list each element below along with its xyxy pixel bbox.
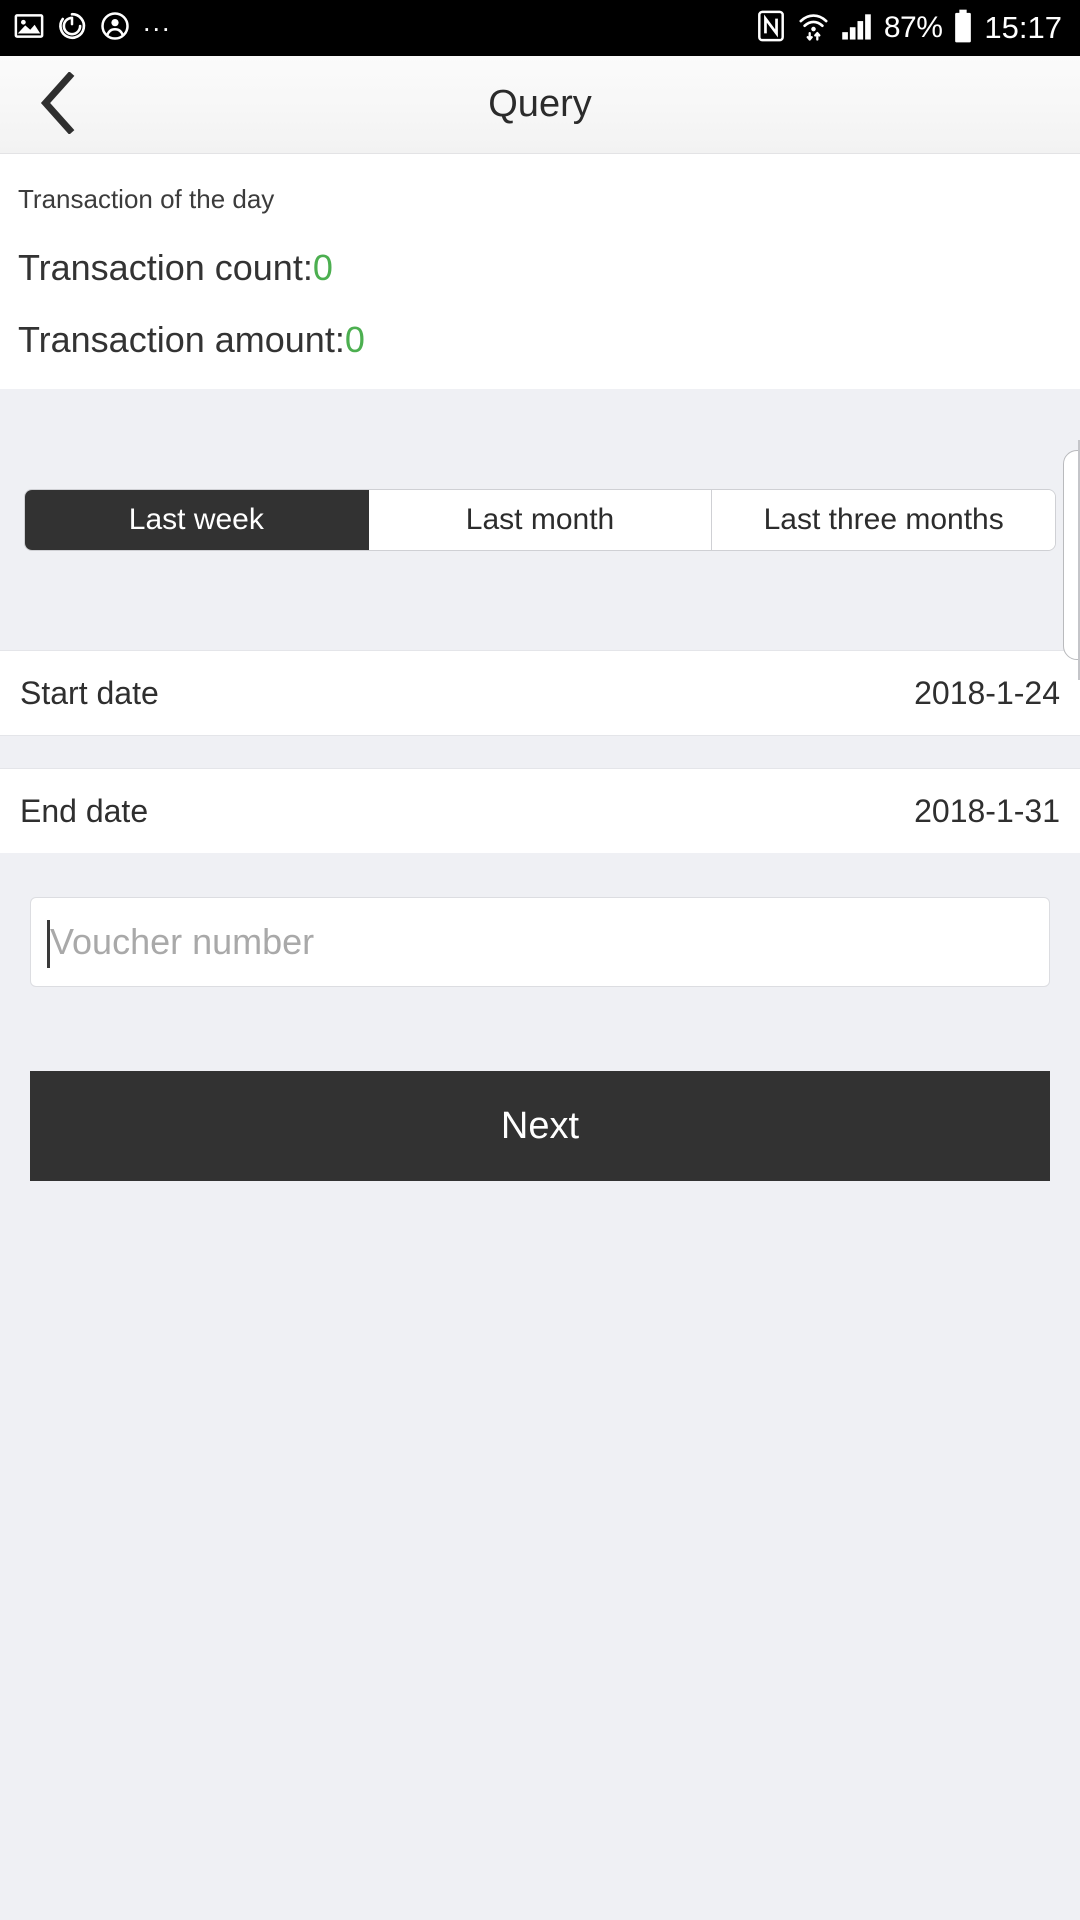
next-button[interactable]: Next [30, 1071, 1050, 1181]
voucher-number-placeholder: Voucher number [50, 921, 315, 962]
date-range-segmented-control[interactable]: Last week Last month Last three months [24, 488, 1056, 551]
page-title: Query [488, 83, 592, 125]
battery-icon [953, 9, 973, 48]
transaction-amount-label: Transaction amount: [18, 319, 345, 360]
back-button[interactable] [0, 56, 116, 154]
image-icon [14, 11, 44, 46]
status-bar: ... 87% 15:17 [0, 0, 1080, 56]
summary-subtitle: Transaction of the day [18, 184, 275, 214]
transaction-amount-row: Transaction amount:0 [0, 319, 1080, 361]
status-bar-left: ... [14, 7, 172, 46]
transaction-count-label: Transaction count: [18, 247, 313, 288]
power-sync-icon [57, 11, 87, 46]
battery-percent-label: 87% [883, 11, 943, 44]
tab-last-three-months[interactable]: Last three months [712, 489, 1055, 550]
transaction-count-row: Transaction count:0 [0, 247, 1080, 289]
tab-last-month[interactable]: Last month [368, 489, 713, 550]
date-range-tabs-container: Last week Last month Last three months [0, 389, 1080, 651]
app-header: Query [0, 56, 1080, 154]
query-form-area: Voucher number Next [0, 853, 1080, 1181]
next-button-label: Next [500, 1104, 580, 1147]
transaction-summary-card: Transaction of the day Transaction count… [0, 154, 1080, 389]
nfc-icon [756, 10, 786, 47]
clock-label: 15:17 [984, 10, 1062, 45]
date-row-divider [0, 735, 1080, 769]
status-overflow-dots: ... [143, 7, 172, 37]
transaction-count-value: 0 [312, 247, 333, 288]
start-date-value[interactable]: 2018-1-24 [914, 675, 1060, 712]
screen-root: ... 87% 15:17 Query Transaction of the d… [0, 0, 1080, 1920]
wifi-icon [797, 9, 830, 47]
transaction-amount-value: 0 [344, 319, 365, 360]
status-bar-right: 87% 15:17 [756, 9, 1062, 48]
text-caret [47, 920, 50, 968]
end-date-row[interactable]: End date 2018-1-31 [0, 769, 1080, 853]
account-icon [100, 11, 130, 46]
end-date-label: End date [20, 792, 149, 829]
tab-last-week[interactable]: Last week [25, 489, 369, 550]
start-date-row[interactable]: Start date 2018-1-24 [0, 651, 1080, 735]
signal-icon [841, 11, 873, 46]
voucher-number-input[interactable]: Voucher number [30, 897, 1050, 987]
chevron-left-icon [35, 70, 81, 139]
end-date-value[interactable]: 2018-1-31 [914, 793, 1060, 830]
start-date-label: Start date [20, 674, 159, 711]
